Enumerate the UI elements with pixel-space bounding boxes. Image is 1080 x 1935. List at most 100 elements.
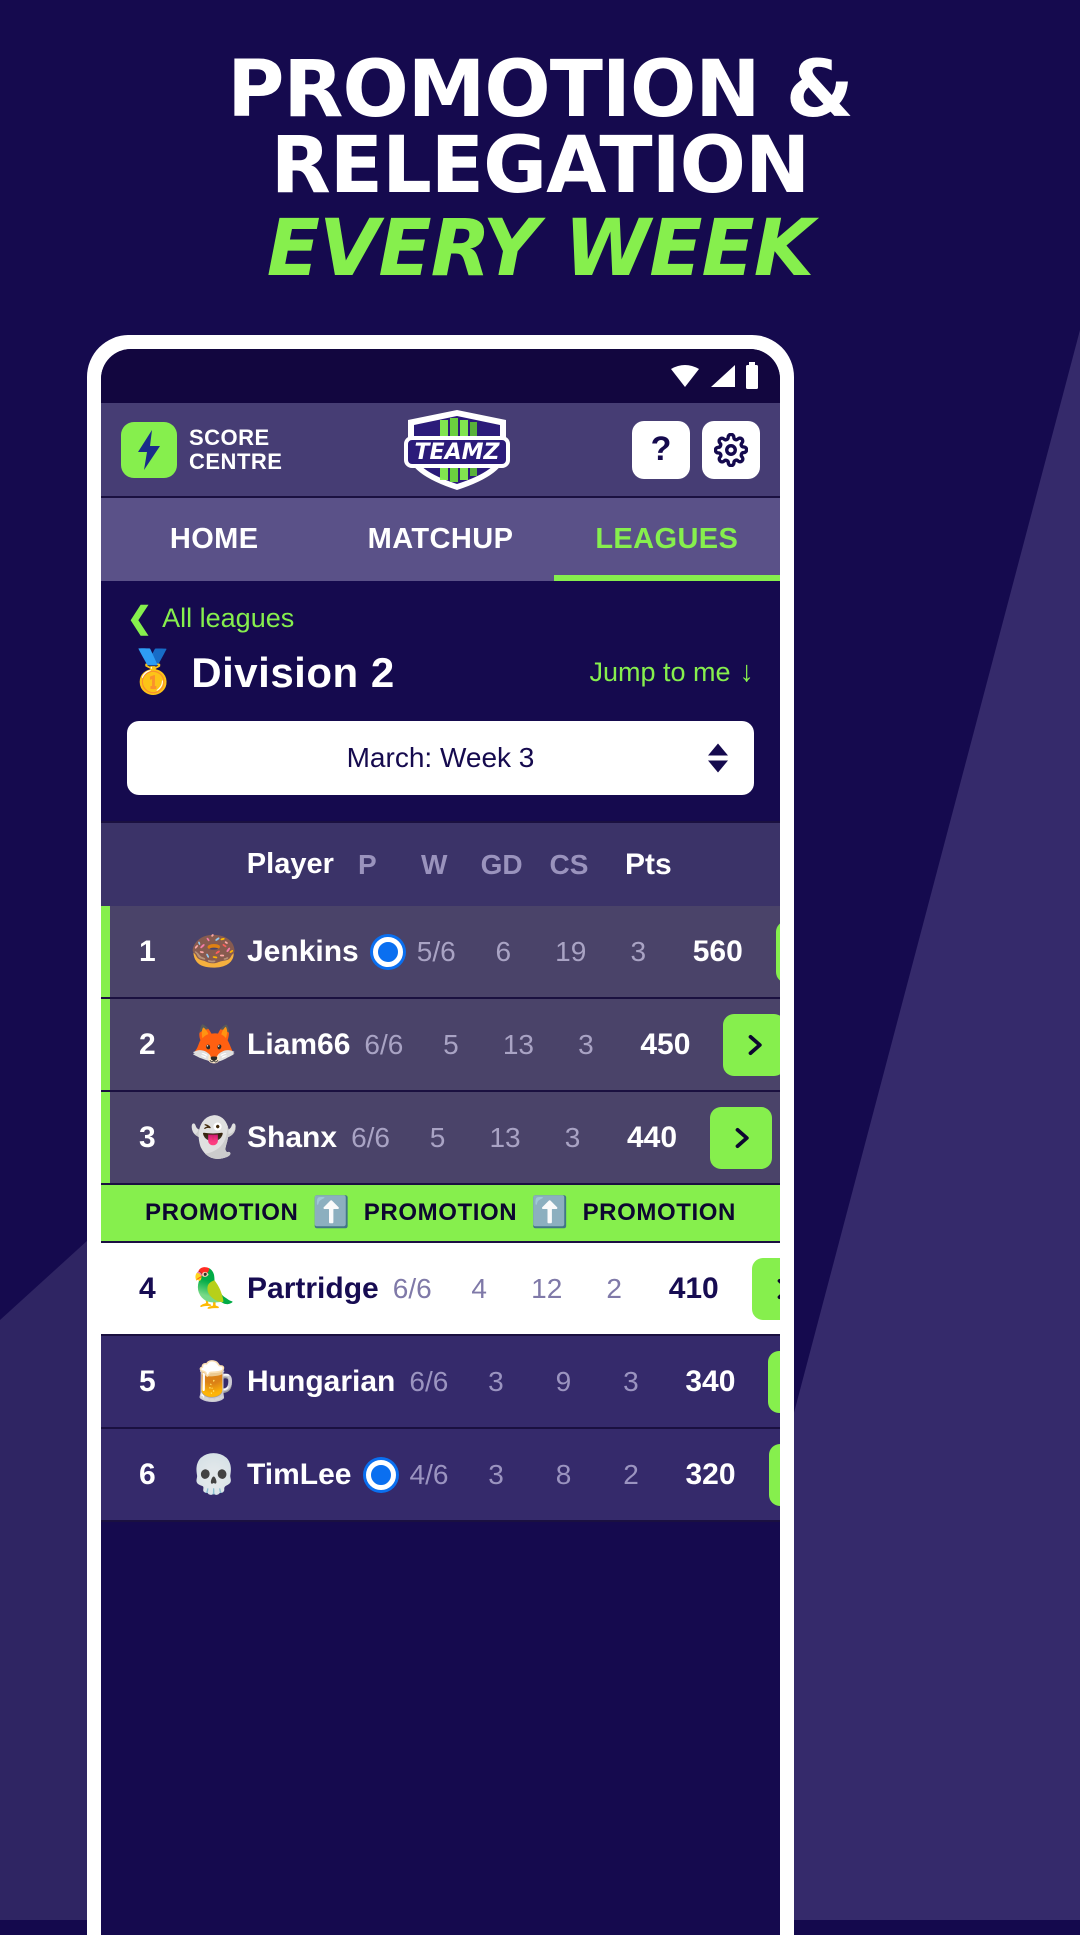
promotion-zone-marker xyxy=(101,906,110,997)
teamz-shield-logo[interactable]: TEAMZ xyxy=(292,408,622,492)
avatar: 🦜 xyxy=(190,1267,238,1310)
phone-frame: SCORE CENTRE TEAMZ ? HOME MATCHUP LEAGUE… xyxy=(87,335,794,1935)
row-details-button[interactable] xyxy=(751,1257,780,1320)
week-select-value: March: Week 3 xyxy=(346,742,535,773)
row-gd: 12 xyxy=(531,1272,563,1304)
brand-text: SCORE CENTRE xyxy=(189,424,283,474)
row-p: 6/6 xyxy=(409,1365,449,1397)
row-gd: 19 xyxy=(555,935,587,967)
brand-line-2: CENTRE xyxy=(189,448,283,474)
league-title-row: 🥇 Division 2 Jump to me ↓ xyxy=(127,648,754,697)
row-action-cell xyxy=(757,1443,780,1506)
spinner-up-down-icon xyxy=(708,743,728,773)
table-row[interactable]: 3 👻 Shanx 6/6 5 13 3 440 xyxy=(101,1092,780,1185)
league-header: ❮ All leagues 🥇 Division 2 Jump to me ↓ … xyxy=(101,581,780,821)
phone-screen: SCORE CENTRE TEAMZ ? HOME MATCHUP LEAGUE… xyxy=(101,349,780,1935)
row-rank: 3 xyxy=(139,1120,156,1154)
row-player-name: TimLee xyxy=(247,1458,396,1492)
lightning-bolt-icon xyxy=(121,421,177,478)
table-row[interactable]: 5 🍺 Hungarian 6/6 3 9 3 340 xyxy=(101,1336,780,1429)
promotion-zone-marker xyxy=(101,999,110,1090)
signal-icon xyxy=(711,365,735,387)
col-player: Player xyxy=(246,848,334,880)
row-action-cell xyxy=(756,1350,780,1413)
row-player-name: Shanx xyxy=(247,1120,338,1154)
avatar: 🦊 xyxy=(190,1023,238,1066)
jump-to-me-label: Jump to me xyxy=(589,657,731,687)
row-p: 5/6 xyxy=(416,935,456,967)
row-details-button[interactable] xyxy=(723,1013,780,1076)
avatar: 👻 xyxy=(190,1116,238,1159)
col-w: W xyxy=(420,848,448,880)
row-cs: 2 xyxy=(606,1272,622,1304)
col-p: P xyxy=(357,848,377,880)
promotion-zone-marker xyxy=(101,1092,110,1183)
brand-line-1: SCORE xyxy=(189,424,270,450)
row-w: 6 xyxy=(495,935,512,967)
row-pts: 450 xyxy=(640,1027,691,1061)
headline-line-2: RELEGATION xyxy=(270,121,810,212)
page-title: Division 2 xyxy=(191,648,395,696)
back-to-all-leagues[interactable]: ❮ All leagues xyxy=(127,603,754,634)
row-details-button[interactable] xyxy=(775,920,780,983)
row-p: 4/6 xyxy=(409,1458,449,1490)
table-header: Player P W GD CS Pts xyxy=(101,821,780,906)
row-action-cell xyxy=(764,920,780,983)
settings-button[interactable] xyxy=(702,420,760,479)
row-w: 5 xyxy=(429,1121,446,1153)
row-cs: 3 xyxy=(630,935,647,967)
headline-line-3: EVERY WEEK xyxy=(266,203,815,294)
help-button[interactable]: ? xyxy=(632,420,690,479)
chevron-right-icon xyxy=(769,1275,780,1303)
chevron-right-icon xyxy=(740,1031,768,1059)
status-bar xyxy=(101,349,780,403)
row-action-cell xyxy=(711,1013,780,1076)
row-player-name: Jenkins xyxy=(247,935,403,969)
row-player-name: Partridge xyxy=(247,1271,379,1305)
table-row[interactable]: 4 🦜 Partridge 6/6 4 12 2 410 xyxy=(101,1243,780,1336)
tab-leagues[interactable]: LEAGUES xyxy=(553,498,780,581)
promotion-label: PROMOTION xyxy=(145,1199,299,1226)
arrow-down-icon: ↓ xyxy=(739,656,755,688)
row-action-cell xyxy=(740,1257,780,1320)
row-w: 5 xyxy=(443,1028,459,1060)
battery-icon xyxy=(746,362,758,389)
row-player-name: Hungarian xyxy=(247,1364,396,1398)
row-rank: 5 xyxy=(139,1364,156,1398)
row-rank: 6 xyxy=(139,1457,156,1491)
tab-home[interactable]: HOME xyxy=(101,498,327,581)
league-table-body: 1 🍩 Jenkins 5/6 6 19 3 560 2 🦊 Liam66 6/6 5 13 3 450 3 👻 S… xyxy=(101,906,780,1522)
table-row[interactable]: 1 🍩 Jenkins 5/6 6 19 3 560 xyxy=(101,906,780,999)
row-pts: 340 xyxy=(685,1364,736,1398)
row-rank: 1 xyxy=(139,934,156,968)
avatar: 🍺 xyxy=(190,1360,238,1403)
wifi-icon xyxy=(671,365,699,387)
row-cs: 3 xyxy=(564,1121,581,1153)
promotion-label: PROMOTION xyxy=(582,1199,736,1226)
row-gd: 9 xyxy=(555,1365,572,1397)
back-label: All leagues xyxy=(162,603,295,633)
table-row[interactable]: 6 💀 TimLee 4/6 3 8 2 320 xyxy=(101,1429,780,1522)
row-details-button[interactable] xyxy=(710,1106,773,1169)
row-gd: 13 xyxy=(502,1028,534,1060)
row-details-button[interactable] xyxy=(768,1443,780,1506)
row-pts: 320 xyxy=(685,1457,736,1491)
brand-logo[interactable]: SCORE CENTRE xyxy=(121,421,283,478)
row-player-name: Liam66 xyxy=(247,1027,351,1061)
row-p: 6/6 xyxy=(392,1272,432,1304)
jump-to-me-button[interactable]: Jump to me ↓ xyxy=(589,656,754,689)
app-header: SCORE CENTRE TEAMZ ? xyxy=(101,403,780,496)
tab-matchup[interactable]: MATCHUP xyxy=(327,498,553,581)
row-rank: 4 xyxy=(139,1271,156,1305)
table-row[interactable]: 2 🦊 Liam66 6/6 5 13 3 450 xyxy=(101,999,780,1092)
week-select[interactable]: March: Week 3 xyxy=(127,721,754,795)
avatar: 🍩 xyxy=(190,930,238,973)
main-tabs: HOME MATCHUP LEAGUES xyxy=(101,496,780,581)
row-rank: 2 xyxy=(139,1027,156,1061)
row-w: 3 xyxy=(488,1458,504,1490)
me-indicator-icon xyxy=(365,1459,396,1490)
promotion-band: PROMOTION ⬆️ PROMOTION ⬆️ PROMOTION xyxy=(101,1185,780,1243)
row-details-button[interactable] xyxy=(768,1350,780,1413)
row-gd: 8 xyxy=(555,1458,572,1490)
me-indicator-icon xyxy=(372,936,403,967)
